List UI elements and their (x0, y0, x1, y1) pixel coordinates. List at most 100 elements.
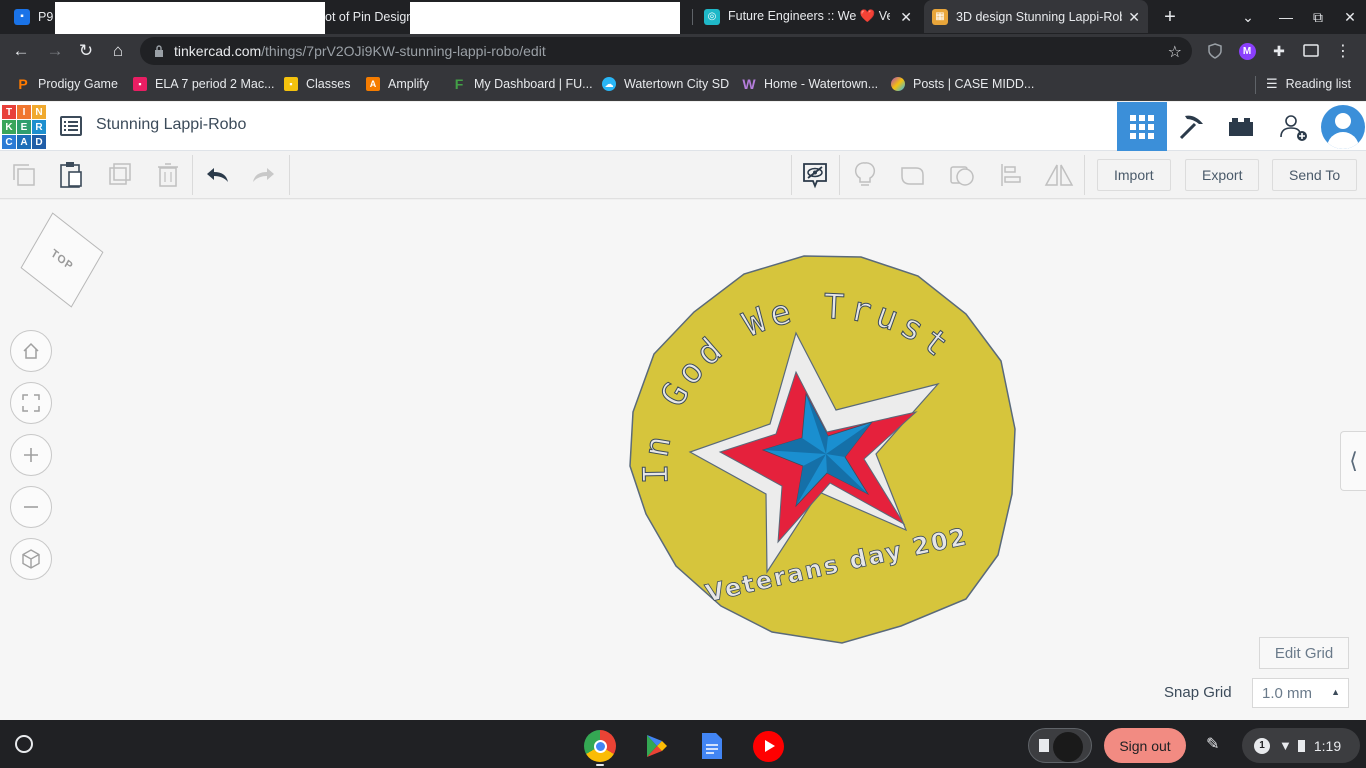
trash-icon[interactable] (150, 157, 186, 193)
logo-letter: N (32, 105, 46, 119)
sign-out-button[interactable]: Sign out (1104, 728, 1186, 763)
send-to-button[interactable]: Send To (1272, 159, 1358, 191)
tab-4-active[interactable]: ▦ 3D design Stunning Lappi-Robo ✕ (924, 0, 1148, 33)
tab-title: Future Engineers :: We ❤️ Vete (728, 9, 890, 23)
close-window-icon[interactable]: ✕ (1334, 0, 1366, 34)
bookmark-label: Posts | CASE MIDD... (913, 77, 1035, 91)
shield-extension-icon[interactable] (1206, 42, 1224, 60)
bookmark-home-watertown[interactable]: W Home - Watertown... (742, 75, 878, 93)
add-user-icon[interactable] (1268, 102, 1318, 151)
workplane-canvas[interactable]: TOP In God We Trust Veterans day 2021 (0, 200, 1366, 720)
bricks-lego-icon[interactable] (1216, 102, 1266, 151)
bookmark-label: Prodigy Game (38, 77, 118, 91)
tab-favicon-icon: ▪ (14, 8, 30, 25)
tinkercad-header: T I N K E R C A D Stunning Lappi-Robo (0, 102, 1366, 151)
file-icon (1039, 739, 1049, 752)
future-engineers-favicon-icon: ◎ (704, 8, 720, 25)
mirror-flip-icon[interactable] (1041, 157, 1077, 193)
bookmark-label: Home - Watertown... (764, 77, 879, 91)
ungroup-shapes-icon[interactable] (944, 157, 980, 193)
logo-letter: I (17, 105, 31, 119)
chrome-app-icon[interactable] (584, 730, 616, 762)
zoom-out-button[interactable] (10, 486, 52, 528)
youtube-icon[interactable] (752, 730, 784, 762)
bookmark-prodigy[interactable]: P Prodigy Game (16, 75, 118, 93)
bookmark-amplify[interactable]: A Amplify (366, 75, 429, 93)
bookmark-classes[interactable]: ▪ Classes (284, 75, 350, 93)
logo-letter: D (32, 135, 46, 149)
fit-all-icon (22, 394, 40, 412)
kebab-menu-icon[interactable]: ⋮ (1334, 42, 1352, 60)
view-cube[interactable]: TOP (20, 212, 104, 308)
home-icon[interactable]: ⌂ (105, 38, 131, 64)
bookmark-label: Classes (306, 77, 351, 91)
import-button[interactable]: Import (1097, 159, 1171, 191)
close-tab-icon[interactable]: ✕ (1128, 9, 1140, 26)
browser-toolbar: ← → ↻ ⌂ tinkercad.com/things/7prV2OJi9KW… (0, 34, 1366, 68)
url-path: /things/7prV2OJi9KW-stunning-lappi-robo/… (261, 43, 546, 59)
design-title[interactable]: Stunning Lappi-Robo (96, 116, 246, 134)
bookmark-label: Watertown City SD (624, 77, 730, 91)
align-icon[interactable] (993, 157, 1029, 193)
reload-icon[interactable]: ↻ (73, 38, 99, 64)
pickaxe-minecraft-icon[interactable] (1167, 102, 1217, 151)
reading-list-icon: ☰ (1266, 76, 1278, 91)
w-favicon-icon: W (742, 76, 756, 92)
back-arrow-icon[interactable]: ← (8, 38, 34, 64)
copy-icon[interactable] (6, 157, 42, 193)
close-tab-icon[interactable]: ✕ (900, 9, 912, 26)
url-omnibox[interactable]: tinkercad.com/things/7prV2OJi9KW-stunnin… (140, 37, 1192, 65)
3d-view-grid-icon[interactable] (1117, 102, 1167, 151)
bookmark-star-icon[interactable]: ☆ (1168, 42, 1182, 62)
m-extension-icon[interactable]: M (1238, 42, 1256, 60)
reading-list-button[interactable]: ☰ Reading list (1266, 75, 1351, 93)
paste-icon[interactable] (53, 157, 89, 193)
lightbulb-notes-icon[interactable] (847, 157, 883, 193)
cube-icon (22, 549, 40, 569)
cast-icon[interactable] (1302, 42, 1320, 60)
snap-grid-label: Snap Grid (1164, 684, 1232, 701)
home-icon (23, 342, 39, 359)
tinkercad-logo[interactable]: T I N K E R C A D (2, 105, 46, 150)
zoom-in-button[interactable] (10, 434, 52, 476)
home-view-button[interactable] (10, 330, 52, 372)
amplify-favicon-icon: A (366, 77, 380, 91)
tab-3[interactable]: ◎ Future Engineers :: We ❤️ Vete ✕ (704, 0, 920, 33)
minimize-icon[interactable]: — (1270, 0, 1302, 34)
puzzle-extensions-icon[interactable]: ✚ (1270, 42, 1288, 60)
holding-space-tray[interactable] (1028, 728, 1092, 763)
bookmark-ela[interactable]: ▪ ELA 7 period 2 Mac... (133, 75, 275, 93)
logo-letter: K (2, 120, 16, 134)
export-button[interactable]: Export (1185, 159, 1260, 191)
tab-2[interactable]: ot of Pin Design. (325, 0, 410, 33)
status-tray[interactable]: 1 ▼ 1:19 (1242, 728, 1360, 763)
undo-icon[interactable] (199, 157, 235, 193)
coin-3d-model[interactable]: In God We Trust Veterans day 2021 (626, 254, 1018, 646)
user-avatar[interactable] (1318, 102, 1366, 151)
fit-view-button[interactable] (10, 382, 52, 424)
perspective-toggle-button[interactable] (10, 538, 52, 580)
restore-icon[interactable]: ⧉ (1302, 0, 1334, 34)
play-store-icon[interactable] (640, 730, 672, 762)
new-tab-plus-icon[interactable]: + (1154, 0, 1186, 34)
view-cube-top-label: TOP (48, 246, 76, 274)
bookmark-case-midd[interactable]: Posts | CASE MIDD... (891, 75, 1034, 93)
wifi-icon: ▼ (1279, 738, 1292, 753)
bookmarks-bar: P Prodigy Game ▪ ELA 7 period 2 Mac... ▪… (0, 68, 1366, 101)
collapse-panel-chevron-icon[interactable]: ⟨ (1340, 431, 1366, 491)
design-list-menu-icon[interactable] (60, 116, 82, 136)
forward-arrow-icon[interactable]: → (42, 38, 68, 64)
bookmark-dashboard[interactable]: F My Dashboard | FU... (452, 75, 593, 93)
google-docs-icon[interactable] (696, 730, 728, 762)
hide-comments-eye-icon[interactable] (797, 157, 833, 193)
group-shapes-icon[interactable] (895, 157, 931, 193)
stylus-tools-icon[interactable]: ✎ (1206, 734, 1219, 754)
bookmark-label: ELA 7 period 2 Mac... (155, 77, 275, 91)
redo-icon[interactable] (246, 157, 282, 193)
snap-grid-select[interactable]: 1.0 mm ▲ (1252, 678, 1349, 708)
tab-search-chevron-icon[interactable]: ⌄ (1232, 0, 1264, 34)
duplicate-icon[interactable] (102, 157, 138, 193)
launcher-circle-icon[interactable] (15, 735, 33, 753)
bookmark-watertown-sd[interactable]: ☁ Watertown City SD (602, 75, 729, 93)
edit-grid-button[interactable]: Edit Grid (1259, 637, 1349, 669)
